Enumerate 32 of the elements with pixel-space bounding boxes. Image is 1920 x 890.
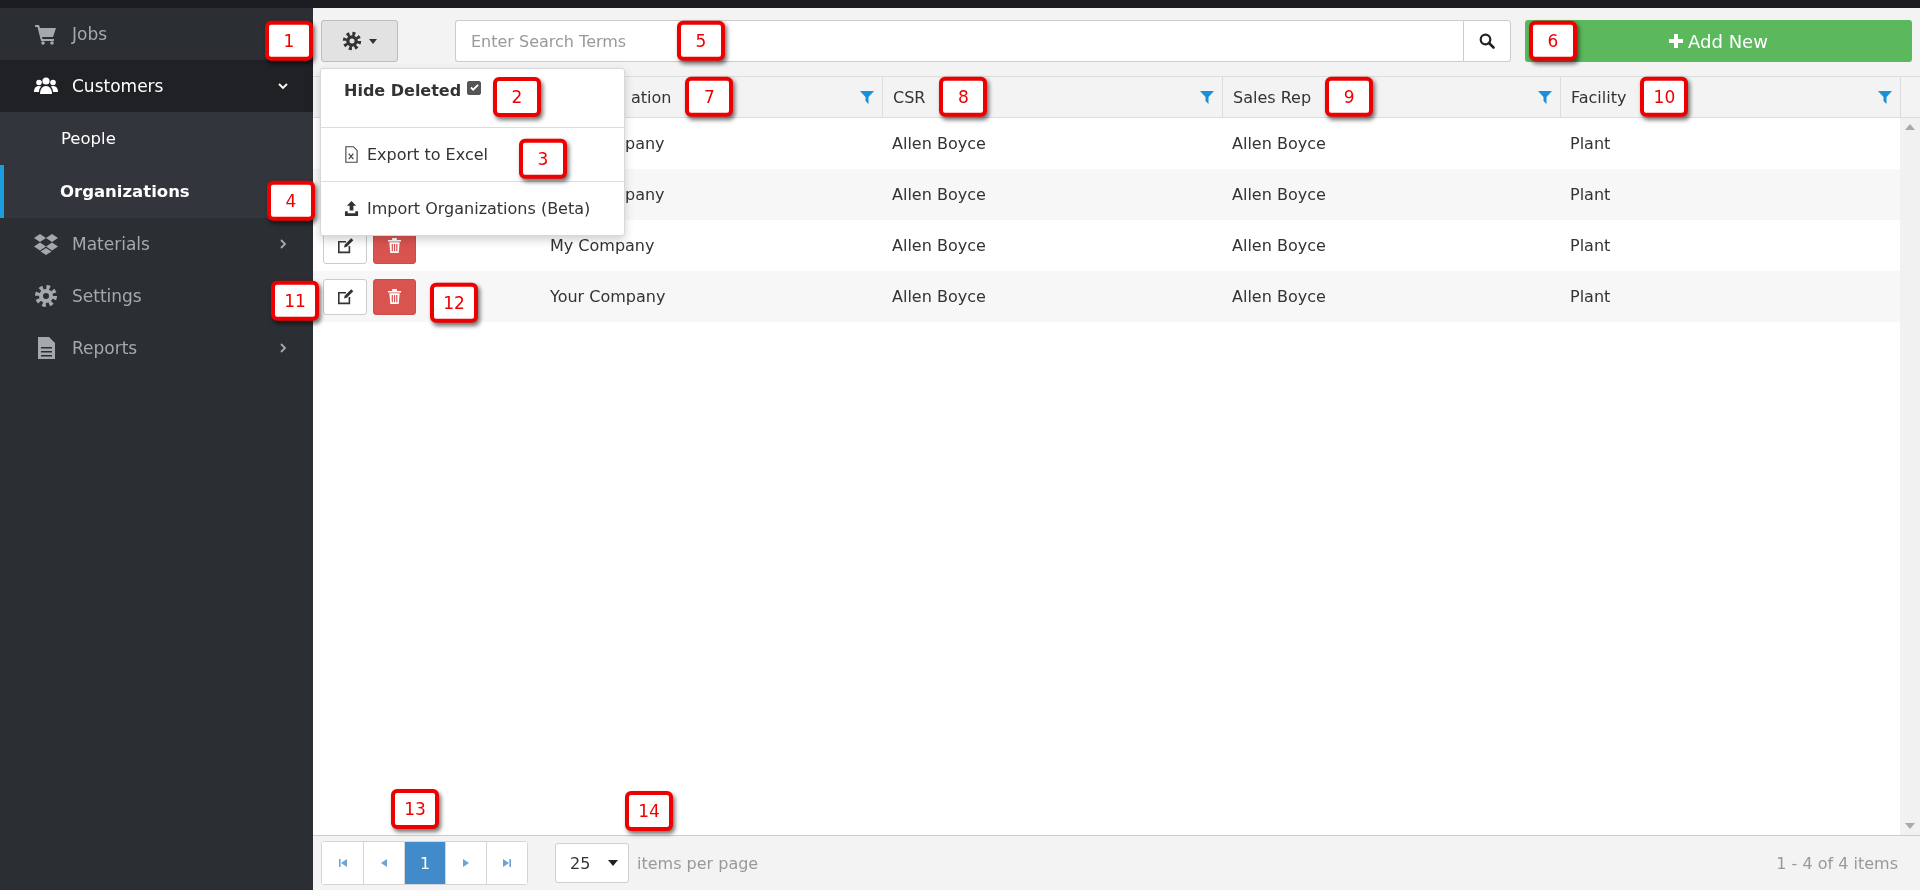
- table-cell: Allen Boyce: [892, 185, 986, 204]
- annotation-tooltip: 8: [939, 76, 988, 118]
- table-cell: Allen Boyce: [1232, 185, 1326, 204]
- annotation-tooltip: 13: [391, 788, 439, 829]
- table-cell: Plant: [1570, 287, 1611, 306]
- item-count: 1 - 4 of 4 items: [1776, 853, 1898, 873]
- table-cell: Plant: [1570, 236, 1611, 255]
- annotation-tooltip: 5: [677, 20, 725, 62]
- annotation-tooltip: 6: [1529, 20, 1577, 62]
- table-cell: Allen Boyce: [1232, 287, 1326, 306]
- annotation-tooltip: 4: [267, 180, 315, 221]
- annotation-tooltip: 10: [1640, 76, 1689, 118]
- annotation-tooltip: 2: [493, 77, 541, 118]
- items-per-page-label: items per page: [637, 853, 759, 873]
- table-cell: Allen Boyce: [892, 134, 986, 153]
- table-cell: Plant: [1570, 134, 1611, 153]
- table-cell: Your Company: [550, 287, 666, 306]
- table-cell: Plant: [1570, 185, 1611, 204]
- annotation-tooltip: 12: [430, 282, 478, 323]
- table-cell: Allen Boyce: [892, 236, 986, 255]
- table-cell: Allen Boyce: [1232, 236, 1326, 255]
- annotation-tooltip: 1: [265, 20, 313, 62]
- table-cell: pany: [625, 185, 665, 204]
- table-cell: pany: [625, 134, 665, 153]
- annotation-tooltip: 7: [685, 76, 734, 118]
- annotation-tooltip: 3: [519, 138, 567, 179]
- annotation-tooltip: 11: [271, 280, 319, 321]
- annotation-tooltip: 14: [625, 790, 673, 831]
- annotation-tooltip: 9: [1325, 76, 1374, 118]
- table-cell: Allen Boyce: [1232, 134, 1326, 153]
- table-cell: Allen Boyce: [892, 287, 986, 306]
- table-cell: My Company: [550, 236, 655, 255]
